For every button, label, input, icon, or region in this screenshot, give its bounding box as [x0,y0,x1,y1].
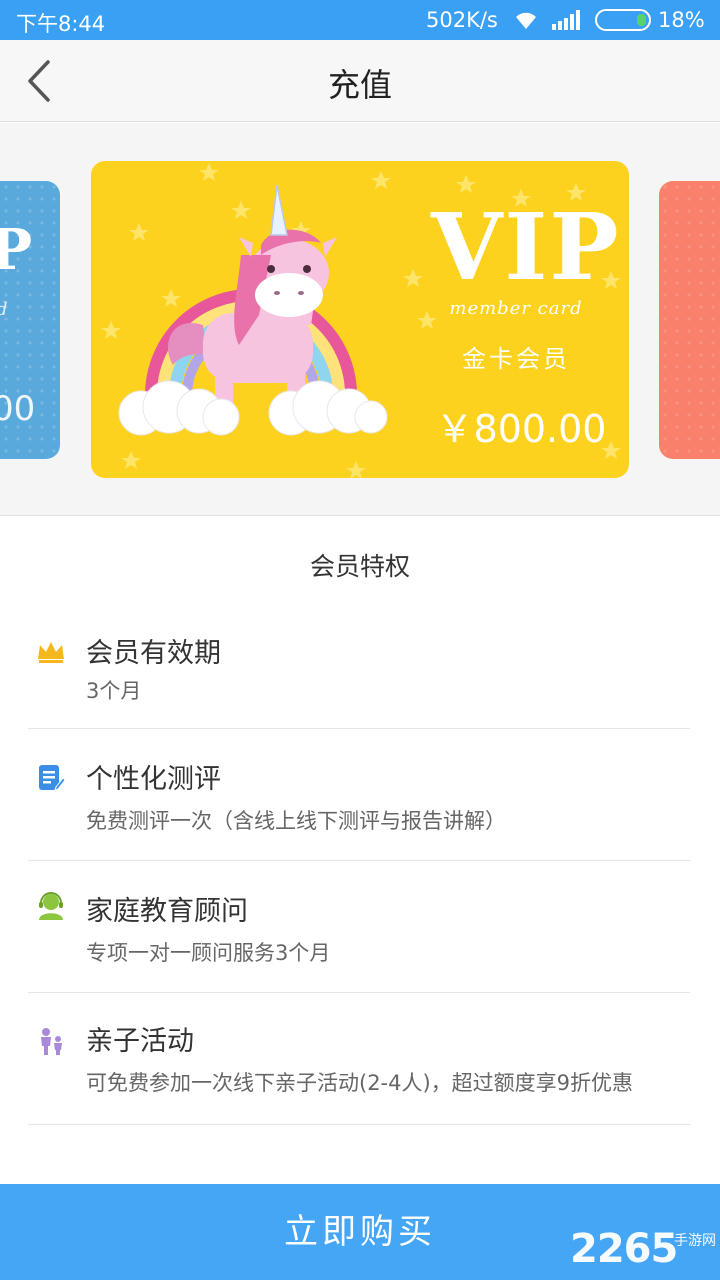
network-speed: 502K/s [426,8,498,32]
vip-text: VIP [431,193,621,301]
privilege-desc: 可免费参加一次线下亲子活动(2-4人)，超过额度享9折优惠 [86,1071,634,1095]
card-prev[interactable]: P d 00 [0,181,60,459]
card-prev-vip: P [0,217,32,283]
buy-now-button[interactable]: 立即购买 [0,1184,720,1280]
unicorn-illustration [118,185,388,436]
privileges-title: 会员特权 [309,552,410,581]
privilege-item-activity: 亲子活动 可免费参加一次线下亲子活动(2-4人)，超过额度享9折优惠 [28,993,690,1125]
privilege-item-validity: 会员有效期 3个月 [28,607,690,729]
battery-percent: 18% [658,8,705,32]
card-price: ￥800.00 [435,407,607,451]
card-next[interactable] [659,181,720,459]
privilege-item-assessment: 个性化测评 免费测评一次（含线上线下测评与报告讲解） [28,729,690,861]
status-bar: 下午8:44 502K/s 18% [0,0,720,40]
privileges-section: 会员特权 会员有效期 3个月 个性化测评 免费测评一次（含线上线下测评与报告讲解… [0,517,720,1184]
nav-bar: 充值 [0,40,720,122]
privilege-title: 个性化测评 [86,764,221,795]
wifi-icon [516,12,536,29]
battery-icon [595,9,651,31]
card-tier-name: 金卡会员 [462,345,570,373]
privilege-title: 亲子活动 [86,1026,194,1057]
family-icon [41,1028,62,1055]
card-gold[interactable]: VIP member card 金卡会员 ￥800.00 [91,161,629,478]
page-title: 充值 [327,66,392,104]
crown-icon [38,642,64,663]
card-carousel[interactable]: P d 00 [0,123,720,516]
advisor-icon [39,892,63,920]
privilege-desc: 免费测评一次（含线上线下测评与报告讲解） [86,809,506,833]
signal-icon [552,10,580,30]
privilege-title: 会员有效期 [86,638,221,669]
privilege-desc: 专项一对一顾问服务3个月 [86,941,331,965]
card-prev-price: 00 [0,389,36,429]
privilege-title: 家庭教育顾问 [86,896,248,927]
status-time: 下午8:44 [16,12,106,36]
document-edit-icon [39,765,66,791]
privilege-desc: 3个月 [86,679,142,703]
card-prev-member: d [0,299,8,320]
privilege-item-advisor: 家庭教育顾问 专项一对一顾问服务3个月 [28,861,690,993]
member-card-text: member card [449,298,583,319]
